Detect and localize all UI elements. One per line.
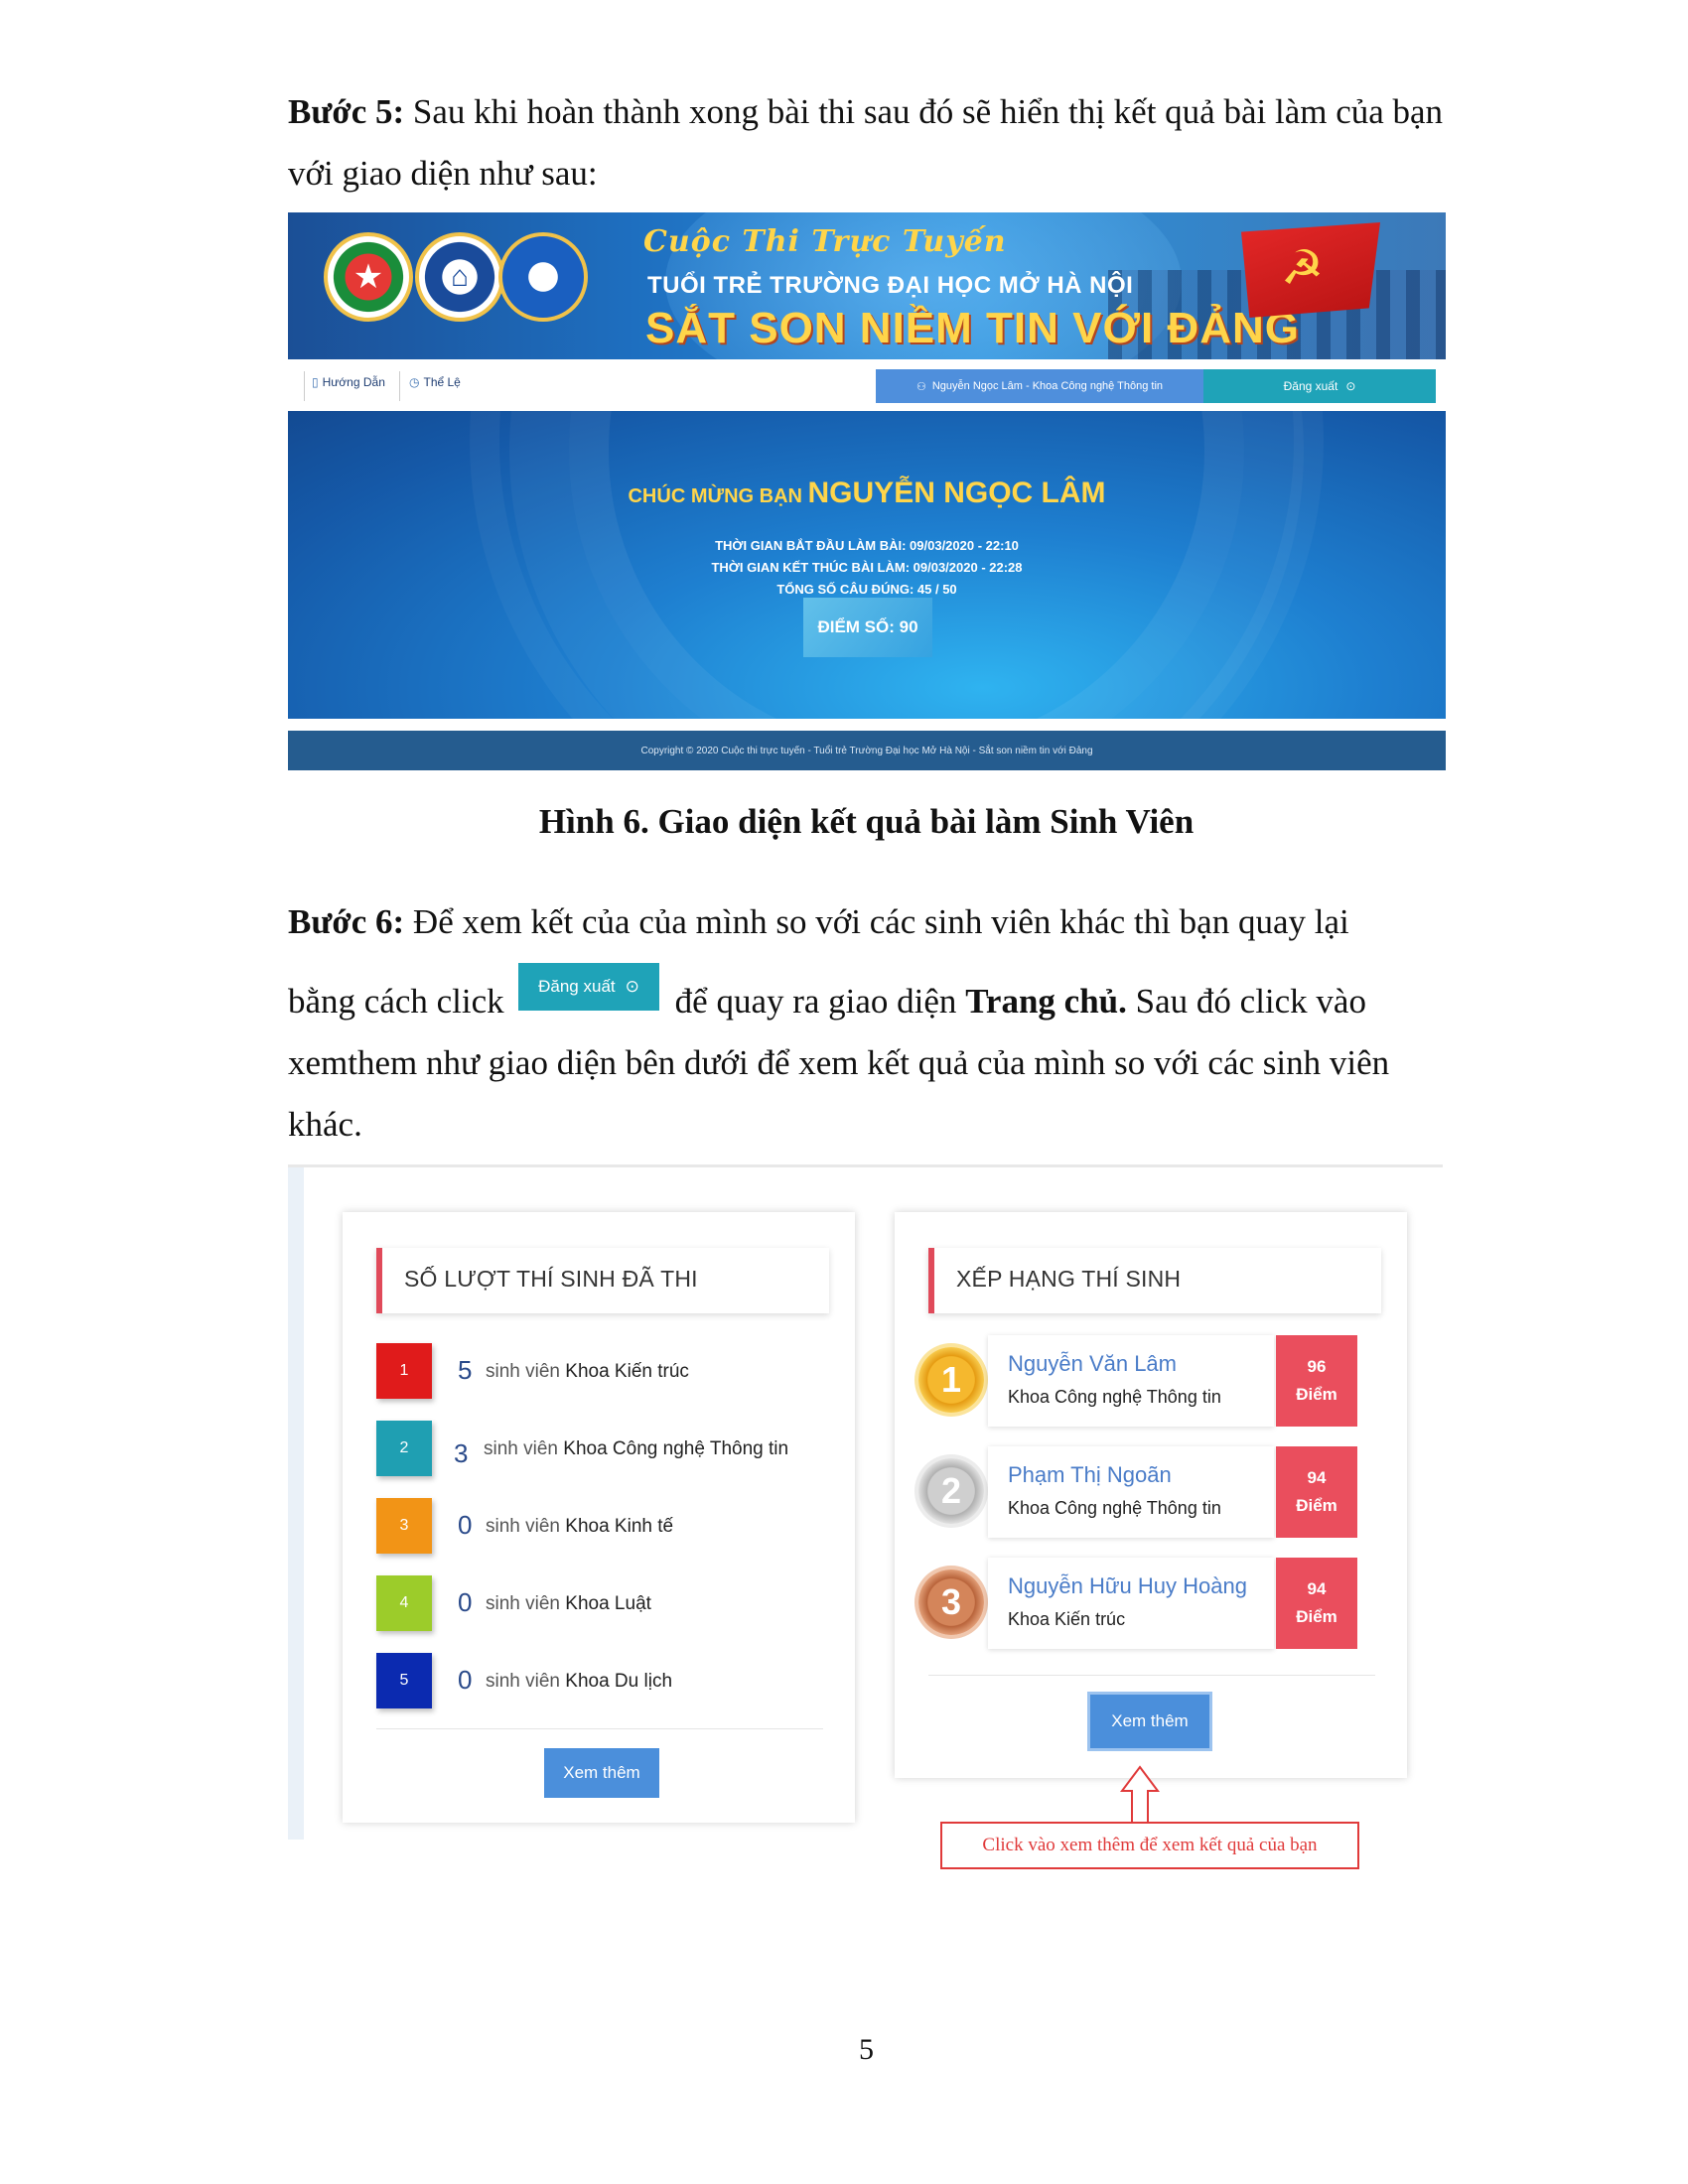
banner-line-1: Cuộc Thi Trực Tuyến: [643, 224, 1007, 259]
banner-line-2: TUỔI TRẺ TRƯỜNG ĐẠI HỌC MỞ HÀ NỘI: [647, 272, 1134, 299]
step6-line-1: Bước 6: Để xem kết của của mình so với c…: [288, 902, 1349, 941]
ranking-name: Nguyễn Hữu Huy Hoàng: [1008, 1573, 1247, 1598]
ranking-more-button[interactable]: Xem thêm: [1090, 1695, 1209, 1748]
congrats-heading: CHÚC MỪNG BẠN NGUYỄN NGỌC LÂM: [628, 477, 1106, 509]
ranking-header: XẾP HẠNG THÍ SINH: [928, 1248, 1381, 1313]
logout-button[interactable]: Đăng xuất ⊙: [1203, 369, 1436, 403]
book-icon: ▯: [312, 375, 319, 389]
exam-count-card: SỐ LƯỢT THÍ SINH ĐÃ THI 1 5 sinh viên Kh…: [343, 1212, 855, 1823]
step6-line-2: bằng cách click để quay ra giao diện Tran…: [288, 982, 1366, 1021]
user-icon: ⚇: [915, 380, 926, 393]
result-panel: CHÚC MỪNG BẠN NGUYỄN NGỌC LÂM THỜI GIAN …: [288, 411, 1446, 719]
nav-guide[interactable]: ▯ Hướng Dẫn: [312, 375, 385, 389]
home-label: Trang chủ.: [965, 982, 1127, 1021]
ranking-name: Phạm Thị Ngoãn: [1008, 1462, 1172, 1487]
ranking-score: 94 Điểm: [1276, 1558, 1357, 1649]
contest-banner: ★ ⌂ ✦ Cuộc Thi Trực Tuyến TUỔI TRẺ TRƯỜN…: [288, 212, 1446, 359]
ranking-row: 2 Phạm Thị Ngoãn Khoa Công nghệ Thông ti…: [918, 1446, 1375, 1538]
party-flag-icon: ☭: [1241, 222, 1380, 318]
step5-label: Bước 5:: [288, 92, 405, 131]
step6-line-3: xemthem như giao diện bên dưới để xem kế…: [288, 1043, 1390, 1144]
result-screenshot: ★ ⌂ ✦ Cuộc Thi Trực Tuyến TUỔI TRẺ TRƯỜN…: [288, 212, 1446, 770]
click-note: Click vào xem thêm để xem kết quả của bạ…: [940, 1822, 1359, 1869]
stat-row: 3 0 sinh viên Khoa Kinh tế: [376, 1498, 833, 1556]
user-info-button[interactable]: ⚇ Nguyễn Ngọc Lâm - Khoa Công nghệ Thông …: [876, 369, 1203, 403]
stats-more-button[interactable]: Xem thêm: [544, 1748, 659, 1798]
figure-caption: Hình 6. Giao diện kết quả bài làm Sinh V…: [538, 802, 1195, 841]
top-nav: ▯ Hướng Dẫn ◷ Thể Lệ ⚇ Nguyễn Ngọc Lâm - Kh…: [288, 359, 1446, 411]
gold-medal-icon: 1: [918, 1347, 984, 1413]
ranking-name: Nguyễn Văn Lâm: [1008, 1351, 1177, 1376]
stat-row: 1 5 sinh viên Khoa Kiến trúc: [376, 1343, 833, 1401]
home-screenshot: SỐ LƯỢT THÍ SINH ĐÃ THI 1 5 sinh viên Kh…: [288, 1164, 1443, 1840]
up-arrow-icon: [1120, 1765, 1160, 1824]
step5-paragraph: Bước 5: Sau khi hoàn thành xong bài thi …: [288, 81, 1450, 205]
ranking-row: 1 Nguyễn Văn Lâm Khoa Công nghệ Thông ti…: [918, 1335, 1375, 1427]
ranking-row: 3 Nguyễn Hữu Huy Hoàng Khoa Kiến trúc 94…: [918, 1558, 1375, 1649]
university-logo-icon: ⌂: [415, 232, 504, 322]
score-badge: ĐIỂM SỐ: 90: [803, 598, 932, 657]
silver-medal-icon: 2: [918, 1458, 984, 1524]
start-time: THỜI GIAN BẮT ĐẦU LÀM BÀI: 09/03/2020 - …: [715, 538, 1019, 553]
arrow-circle-icon: ⊙: [1345, 379, 1356, 393]
end-time: THỜI GIAN KẾT THÚC BÀI LÀM: 09/03/2020 -…: [711, 560, 1023, 575]
copyright-footer: Copyright © 2020 Cuộc thi trực tuyến - T…: [288, 731, 1446, 770]
ranking-dept: Khoa Công nghệ Thông tin: [1008, 1498, 1221, 1518]
nav-rules[interactable]: ◷ Thể Lệ: [409, 375, 461, 389]
ranking-dept: Khoa Công nghệ Thông tin: [1008, 1387, 1221, 1407]
exam-count-header: SỐ LƯỢT THÍ SINH ĐÃ THI: [376, 1248, 829, 1313]
banner-line-3: SẮT SON NIỀM TIN VỚI ĐẢNG: [645, 304, 1301, 352]
arrow-circle-icon: ⊙: [625, 977, 639, 996]
inline-logout-button[interactable]: Đăng xuất ⊙: [518, 963, 659, 1011]
student-name: NGUYỄN NGỌC LÂM: [807, 477, 1106, 509]
ranking-score: 96 Điểm: [1276, 1335, 1357, 1427]
bronze-medal-icon: 3: [918, 1570, 984, 1635]
ranking-score: 94 Điểm: [1276, 1446, 1357, 1538]
ranking-dept: Khoa Kiến trúc: [1008, 1609, 1126, 1629]
stat-row: 4 0 sinh viên Khoa Luật: [376, 1575, 833, 1633]
stat-row: 2 3 sinh viên Khoa Công nghệ Thông tin: [376, 1421, 833, 1478]
ranking-card: XẾP HẠNG THÍ SINH 1 Nguyễn Văn Lâm Khoa …: [895, 1212, 1407, 1778]
stat-row: 5 0 sinh viên Khoa Du lịch: [376, 1653, 833, 1710]
student-association-logo-icon: ✦: [498, 232, 588, 322]
step6-label: Bước 6:: [288, 902, 405, 941]
correct-count: TỔNG SỐ CÂU ĐÚNG: 45 / 50: [776, 582, 957, 597]
step5-text: Sau khi hoàn thành xong bài thi sau đó s…: [288, 92, 1444, 193]
page-number: 5: [859, 2033, 874, 2066]
clock-icon: ◷: [409, 375, 420, 389]
youth-union-logo-icon: ★: [324, 232, 413, 322]
